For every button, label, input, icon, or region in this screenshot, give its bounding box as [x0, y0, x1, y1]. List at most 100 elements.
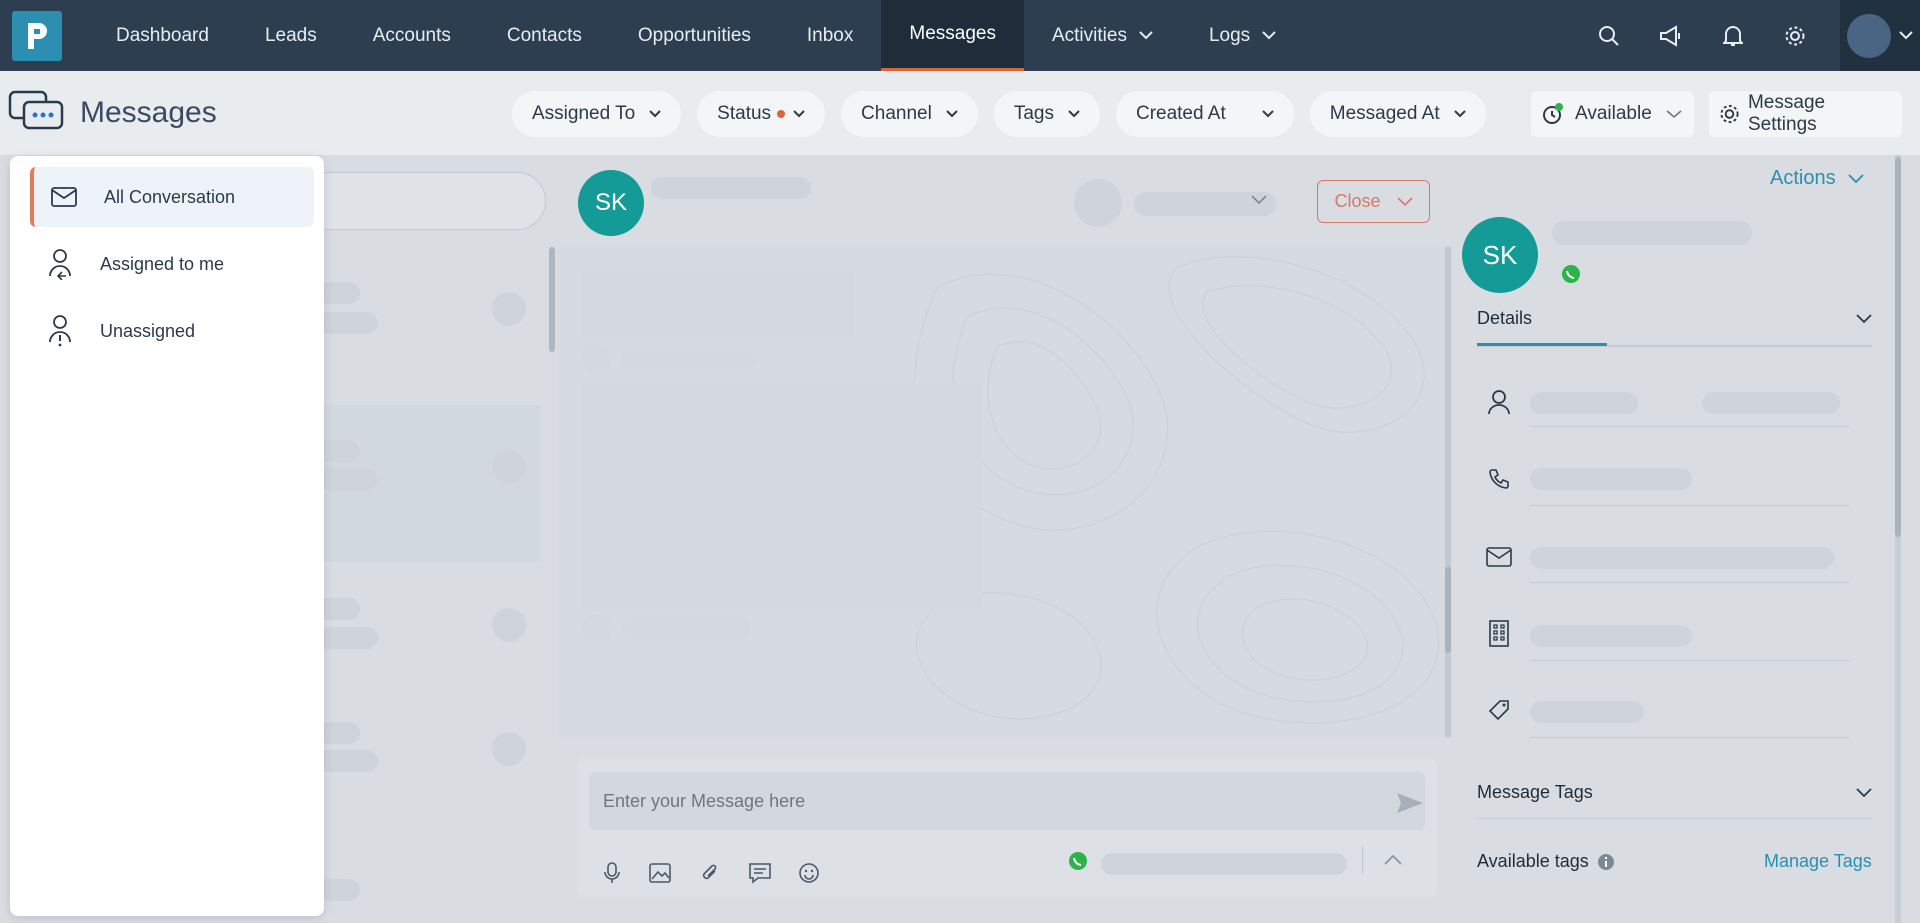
actions-dropdown[interactable]: Actions [1770, 167, 1864, 190]
nav-opportunities[interactable]: Opportunities [610, 0, 779, 71]
list-item-skeleton [318, 627, 378, 649]
chevron-down-icon [1139, 31, 1153, 40]
filter-label: Created At [1135, 103, 1226, 124]
settings-button[interactable] [1764, 0, 1826, 71]
row-divider [1530, 426, 1850, 427]
whatsapp-icon [1562, 265, 1580, 283]
availability-dropdown[interactable]: Available [1531, 91, 1694, 137]
app-logo[interactable] [12, 10, 62, 61]
nav-accounts[interactable]: Accounts [345, 0, 479, 71]
avatar [1847, 13, 1891, 58]
paperclip-icon [702, 864, 717, 880]
info-icon[interactable] [1597, 853, 1615, 871]
tab-details[interactable]: Details [1477, 308, 1532, 329]
filter-channel[interactable]: Channel [841, 91, 978, 137]
nav-activities[interactable]: Activities [1024, 0, 1181, 71]
profile-menu[interactable] [1840, 0, 1920, 71]
send-icon[interactable] [1395, 791, 1425, 815]
details-scrollbar[interactable] [1895, 157, 1901, 537]
message-input[interactable] [589, 772, 1425, 830]
dropdown-item-all-conversation[interactable]: All Conversation [30, 167, 314, 227]
megaphone-icon [1660, 24, 1680, 47]
chevron-down-icon [1396, 196, 1413, 206]
nav-leads[interactable]: Leads [237, 0, 345, 71]
nav-contacts-label: Contacts [506, 24, 582, 46]
dropdown-item-assigned-to-me[interactable]: Assigned to me [30, 234, 314, 294]
nav-contacts[interactable]: Contacts [479, 0, 610, 71]
list-scrollbar[interactable] [549, 247, 555, 352]
search-conversations-input[interactable] [300, 172, 546, 230]
message-tags-title[interactable]: Message Tags [1477, 782, 1593, 803]
announcements-button[interactable] [1640, 0, 1702, 71]
dropdown-item-unassigned[interactable]: Unassigned [30, 301, 314, 361]
actions-label: Actions [1770, 167, 1836, 189]
section-divider [1477, 818, 1872, 819]
available-tags-label: Available tags [1477, 851, 1589, 871]
message-composer [577, 758, 1437, 898]
availability-clock-icon [1543, 103, 1563, 124]
thread-scrollbar[interactable] [1445, 567, 1451, 653]
row-divider [1530, 582, 1850, 583]
list-item-skeleton [318, 879, 360, 901]
page-header: Messages Assigned To Status Channel Tags… [0, 71, 1920, 155]
close-conversation-button[interactable]: Close [1317, 180, 1430, 223]
image-upload-button[interactable] [645, 858, 675, 888]
manage-tags-link[interactable]: Manage Tags [1764, 851, 1872, 872]
list-item-skeleton [318, 722, 360, 744]
nav-messages[interactable]: Messages [881, 0, 1024, 71]
main-nav: Dashboard Leads Accounts Contacts Opport… [88, 0, 1304, 71]
list-item-skeleton [318, 440, 360, 462]
filter-status[interactable]: Status [697, 91, 826, 137]
message-meta-skeleton [621, 619, 751, 637]
thread-scrollbar-track [1445, 247, 1451, 737]
message-bubble-skeleton [582, 269, 855, 339]
channel-skeleton [1101, 853, 1347, 875]
message-bubble-skeleton [582, 381, 982, 611]
chevron-down-icon [1262, 31, 1276, 40]
emoji-button[interactable] [794, 858, 824, 888]
user-assigned-icon [36, 248, 84, 280]
contact-name-skeleton [1552, 221, 1752, 245]
nav-inbox[interactable]: Inbox [779, 0, 881, 71]
contact-avatar: SK [578, 170, 644, 236]
filter-assigned-to[interactable]: Assigned To [512, 91, 682, 137]
nav-dashboard[interactable]: Dashboard [88, 0, 237, 71]
filter-created-at[interactable]: Created At [1115, 91, 1294, 137]
building-icon [1484, 618, 1514, 648]
list-item-skeleton [492, 292, 526, 326]
nav-logs[interactable]: Logs [1181, 0, 1304, 71]
search-button[interactable] [1578, 0, 1640, 71]
chevron-down-icon[interactable] [1856, 788, 1872, 798]
notifications-button[interactable] [1702, 0, 1764, 71]
whatsapp-icon [1069, 852, 1087, 870]
contact-name-skeleton [651, 177, 811, 199]
dropdown-item-label: All Conversation [104, 186, 236, 207]
dropdown-item-label: Assigned to me [100, 253, 225, 274]
attachment-button[interactable] [695, 858, 725, 888]
messages-icon [8, 90, 64, 130]
nav-accounts-label: Accounts [372, 24, 451, 46]
available-tags-row: Available tags [1477, 851, 1615, 872]
chevron-down-icon [1068, 110, 1080, 118]
voice-record-button[interactable] [597, 858, 627, 888]
nav-messages-label: Messages [909, 23, 996, 44]
list-item-skeleton [318, 750, 378, 772]
chevron-down-icon[interactable] [1856, 314, 1872, 324]
message-avatar-skeleton [582, 614, 612, 644]
mail-icon [1484, 542, 1514, 572]
mail-icon [40, 187, 88, 207]
filter-tags[interactable]: Tags [993, 91, 1100, 137]
person-icon [1484, 387, 1514, 417]
image-icon [649, 863, 671, 883]
page-title: Messages [80, 96, 217, 129]
message-settings-button[interactable]: Message Settings [1709, 91, 1902, 137]
chevron-down-icon[interactable] [1251, 195, 1267, 205]
chevron-down-icon [1847, 173, 1864, 183]
template-button[interactable] [745, 858, 775, 888]
detail-value-skeleton [1530, 625, 1692, 647]
filter-messaged-at[interactable]: Messaged At [1309, 91, 1486, 137]
chevron-up-icon[interactable] [1384, 854, 1402, 865]
list-item-skeleton [318, 282, 360, 304]
detail-value-skeleton [1530, 547, 1834, 569]
detail-value-skeleton [1702, 392, 1840, 414]
